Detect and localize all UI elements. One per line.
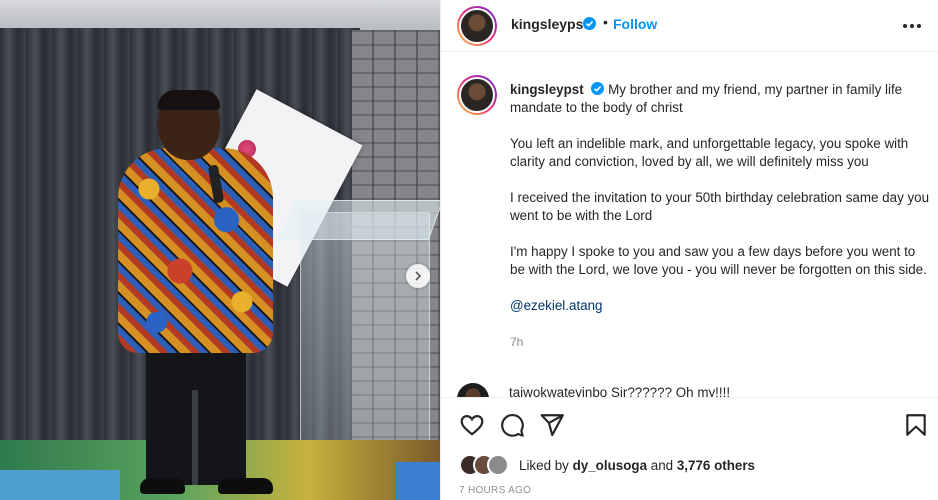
author-avatar[interactable] xyxy=(457,6,497,46)
likes-summary: Liked by dy_olusoga and 3,776 others xyxy=(459,454,755,476)
ankara-shirt xyxy=(118,148,273,353)
liked-user-link[interactable]: dy_olusoga xyxy=(573,458,647,473)
bookmark-icon[interactable] xyxy=(903,412,929,438)
author-username[interactable]: kingsleypst xyxy=(511,16,588,32)
commenter-avatar[interactable] xyxy=(457,383,489,397)
verified-badge-icon xyxy=(583,17,596,30)
post-caption: kingsleypst My brother and my friend, my… xyxy=(510,81,930,369)
stage-light-left xyxy=(0,470,120,500)
ceiling xyxy=(0,0,440,30)
liker-avatars[interactable] xyxy=(459,454,515,476)
heart-icon[interactable] xyxy=(459,412,485,438)
comment-preview: taiwokwateyinbo Sir?????? Oh my!!!! xyxy=(457,383,927,397)
post-timestamp[interactable]: 7 HOURS AGO xyxy=(459,485,531,496)
caption-author-avatar[interactable] xyxy=(457,75,497,115)
post-detail-panel: kingsleypst • Follow kingsleypst My brot… xyxy=(440,0,938,500)
mention-link[interactable]: @ezekiel.atang xyxy=(510,298,603,313)
follow-button[interactable]: Follow xyxy=(613,16,657,32)
right-shoe xyxy=(218,478,273,494)
caption-age: 7h xyxy=(510,335,524,349)
likes-text: Liked by dy_olusoga and 3,776 others xyxy=(519,458,755,473)
comment-icon[interactable] xyxy=(499,412,525,438)
chevron-right-icon xyxy=(415,271,422,281)
liked-prefix: Liked by xyxy=(519,457,569,473)
caption-area: kingsleypst My brother and my friend, my… xyxy=(441,53,938,397)
trouser-gap xyxy=(192,390,198,485)
caption-paragraph: I'm happy I spoke to you and saw you a f… xyxy=(510,244,927,277)
liked-and: and xyxy=(650,457,674,473)
left-shoe xyxy=(140,478,185,494)
caption-username[interactable]: kingsleypst xyxy=(510,82,584,97)
glass-podium xyxy=(300,212,430,467)
comment-text: taiwokwateyinbo Sir?????? Oh my!!!! xyxy=(509,385,731,397)
separator-dot: • xyxy=(603,14,608,30)
hair xyxy=(158,90,220,110)
stage-light-right xyxy=(395,462,440,500)
speaker-figure xyxy=(118,90,278,500)
post-photo[interactable] xyxy=(0,0,440,500)
caption-paragraph: You left an indelible mark, and unforget… xyxy=(510,136,909,169)
carousel-next-button[interactable] xyxy=(406,264,430,288)
caption-paragraph: I received the invitation to your 50th b… xyxy=(510,190,930,223)
action-bar: Liked by dy_olusoga and 3,776 others 7 H… xyxy=(441,397,938,500)
likes-count-link[interactable]: 3,776 others xyxy=(677,458,755,473)
send-icon[interactable] xyxy=(539,412,565,438)
verified-badge-icon xyxy=(591,82,605,95)
post-header: kingsleypst • Follow xyxy=(441,0,938,52)
more-options-icon[interactable] xyxy=(903,18,927,34)
